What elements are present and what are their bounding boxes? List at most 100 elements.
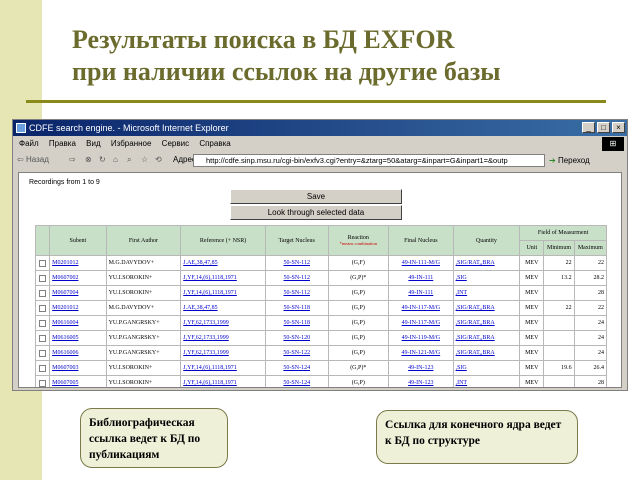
target-link[interactable]: 50-SN-124	[264, 360, 329, 376]
favorites-icon[interactable]: ☆	[141, 152, 148, 168]
target-link[interactable]: 50-SN-112	[264, 270, 329, 286]
forward-button[interactable]: ⇨	[69, 152, 76, 168]
table-row: M0616006 YU.P.GANGRSKY+ J,YF,62,1733,1999 5…	[34, 345, 608, 361]
reference-link[interactable]: J,YF,62,1733,1999	[180, 330, 266, 346]
header-field: Field of Measurment	[519, 225, 607, 241]
target-link[interactable]: 50-SN-112	[264, 255, 329, 271]
look-through-button[interactable]: Look through selected data	[230, 205, 402, 220]
menu-view[interactable]: Вид	[86, 139, 100, 148]
quantity-link[interactable]: ,SIG	[452, 270, 521, 286]
author-cell: M.G.DAVYDOV+	[105, 255, 182, 271]
reference-link[interactable]: J.AE,38,47,85	[180, 255, 266, 271]
back-button[interactable]: ⇦ Назад	[17, 152, 49, 168]
final-nucleus-link[interactable]: 49-IN-111	[388, 270, 454, 286]
checkbox[interactable]	[39, 319, 47, 327]
subent-link[interactable]: M0201012	[49, 300, 107, 316]
go-button[interactable]: ➔ Переход	[549, 154, 601, 167]
menu-help[interactable]: Справка	[199, 139, 230, 148]
menu-file[interactable]: Файл	[19, 139, 39, 148]
unit-cell: MEV	[519, 285, 545, 301]
reaction-cell: (G,P)	[327, 300, 390, 316]
quantity-link[interactable]: ,INT	[452, 285, 521, 301]
row-select-checkbox[interactable]	[34, 315, 51, 331]
quantity-link[interactable]: ,SIG	[452, 360, 521, 376]
search-icon[interactable]: ⌕	[127, 152, 131, 168]
final-nucleus-link[interactable]: 49-IN-111	[388, 285, 454, 301]
reference-link[interactable]: J,YF,14,(6),1118,1971	[180, 270, 266, 286]
reaction-cell: (G,P)*	[327, 270, 390, 286]
slide-title-line-2: при наличии ссылок на другие базы	[72, 57, 501, 86]
menu-bar: Файл Правка Вид Избранное Сервис Справка	[13, 137, 627, 151]
checkbox[interactable]	[39, 349, 47, 357]
reference-link[interactable]: J,YF,62,1733,1999	[180, 345, 266, 361]
reference-link[interactable]: J.AE,38,47,85	[180, 300, 266, 316]
author-cell: YU.P.GANGRSKY+	[105, 345, 182, 361]
final-nucleus-link[interactable]: 49-IN-117-M/G	[388, 315, 454, 331]
home-icon[interactable]: ⌂	[113, 152, 118, 168]
row-select-checkbox[interactable]	[34, 285, 51, 301]
final-nucleus-link[interactable]: 49-IN-123	[388, 375, 454, 387]
window-title-bar: CDFE search engine. - Microsoft Internet…	[13, 120, 627, 136]
subent-link[interactable]: M0607003	[49, 360, 107, 376]
checkbox[interactable]	[39, 259, 47, 267]
stop-icon[interactable]: ⊗	[85, 152, 92, 168]
target-link[interactable]: 50-SN-118	[264, 300, 329, 316]
save-button[interactable]: Save	[230, 189, 402, 204]
maximize-button[interactable]: □	[597, 122, 610, 133]
author-cell: YU.I.SOROKIN+	[105, 285, 182, 301]
final-nucleus-link[interactable]: 49-IN-111-M/G	[388, 255, 454, 271]
quantity-link[interactable]: ,SIG/RAT,,BRA	[452, 255, 521, 271]
checkbox[interactable]	[39, 334, 47, 342]
quantity-link[interactable]: ,SIG/RAT,,BRA	[452, 300, 521, 316]
checkbox[interactable]	[39, 274, 47, 282]
target-link[interactable]: 50-SN-118	[264, 315, 329, 331]
subent-link[interactable]: M0201012	[49, 255, 107, 271]
final-nucleus-link[interactable]: 49-IN-121-M/G	[388, 345, 454, 361]
close-button[interactable]: ×	[612, 122, 625, 133]
refresh-icon[interactable]: ↻	[99, 152, 106, 168]
row-select-checkbox[interactable]	[34, 255, 51, 271]
final-nucleus-link[interactable]: 49-IN-119-M/G	[388, 330, 454, 346]
target-link[interactable]: 50-SN-112	[264, 285, 329, 301]
minimize-button[interactable]: _	[582, 122, 595, 133]
header-subent: Subent	[49, 225, 107, 256]
quantity-link[interactable]: ,SIG/RAT,,BRA	[452, 315, 521, 331]
checkbox[interactable]	[39, 379, 47, 387]
subent-link[interactable]: M0607005	[49, 375, 107, 387]
checkbox[interactable]	[39, 364, 47, 372]
target-link[interactable]: 50-SN-122	[264, 345, 329, 361]
subent-link[interactable]: M0616004	[49, 315, 107, 331]
target-link[interactable]: 50-SN-124	[264, 375, 329, 387]
final-nucleus-link[interactable]: 49-IN-117-M/G	[388, 300, 454, 316]
checkbox[interactable]	[39, 289, 47, 297]
subent-link[interactable]: M0607004	[49, 285, 107, 301]
results-table: Subent First Author Reference (+ NSR) Ta…	[34, 225, 608, 387]
quantity-link[interactable]: ,SIG/RAT,,BRA	[452, 330, 521, 346]
subent-link[interactable]: M0616005	[49, 330, 107, 346]
unit-cell: MEV	[519, 330, 545, 346]
reference-link[interactable]: J,YF,14,(6),1118,1971	[180, 360, 266, 376]
quantity-link[interactable]: ,INT	[452, 375, 521, 387]
row-select-checkbox[interactable]	[34, 330, 51, 346]
reference-link[interactable]: J,YF,14,(6),1118,1971	[180, 375, 266, 387]
quantity-link[interactable]: ,SIG/RAT,,BRA	[452, 345, 521, 361]
header-unit: Unit	[519, 240, 545, 256]
reference-link[interactable]: J,YF,62,1733,1999	[180, 315, 266, 331]
subent-link[interactable]: M0607002	[49, 270, 107, 286]
target-link[interactable]: 50-SN-120	[264, 330, 329, 346]
menu-tools[interactable]: Сервис	[162, 139, 189, 148]
final-nucleus-link[interactable]: 49-IN-123	[388, 360, 454, 376]
row-select-checkbox[interactable]	[34, 300, 51, 316]
unit-cell: MEV	[519, 300, 545, 316]
checkbox[interactable]	[39, 304, 47, 312]
reference-link[interactable]: J,YF,14,(6),1118,1971	[180, 285, 266, 301]
row-select-checkbox[interactable]	[34, 345, 51, 361]
history-icon[interactable]: ⟲	[155, 152, 162, 168]
menu-favorites[interactable]: Избранное	[111, 139, 152, 148]
row-select-checkbox[interactable]	[34, 270, 51, 286]
row-select-checkbox[interactable]	[34, 375, 51, 387]
row-select-checkbox[interactable]	[34, 360, 51, 376]
address-input[interactable]: http://cdfe.sinp.msu.ru/cgi-bin/exfv3.cg…	[193, 154, 545, 167]
subent-link[interactable]: M0616006	[49, 345, 107, 361]
menu-edit[interactable]: Правка	[49, 139, 76, 148]
